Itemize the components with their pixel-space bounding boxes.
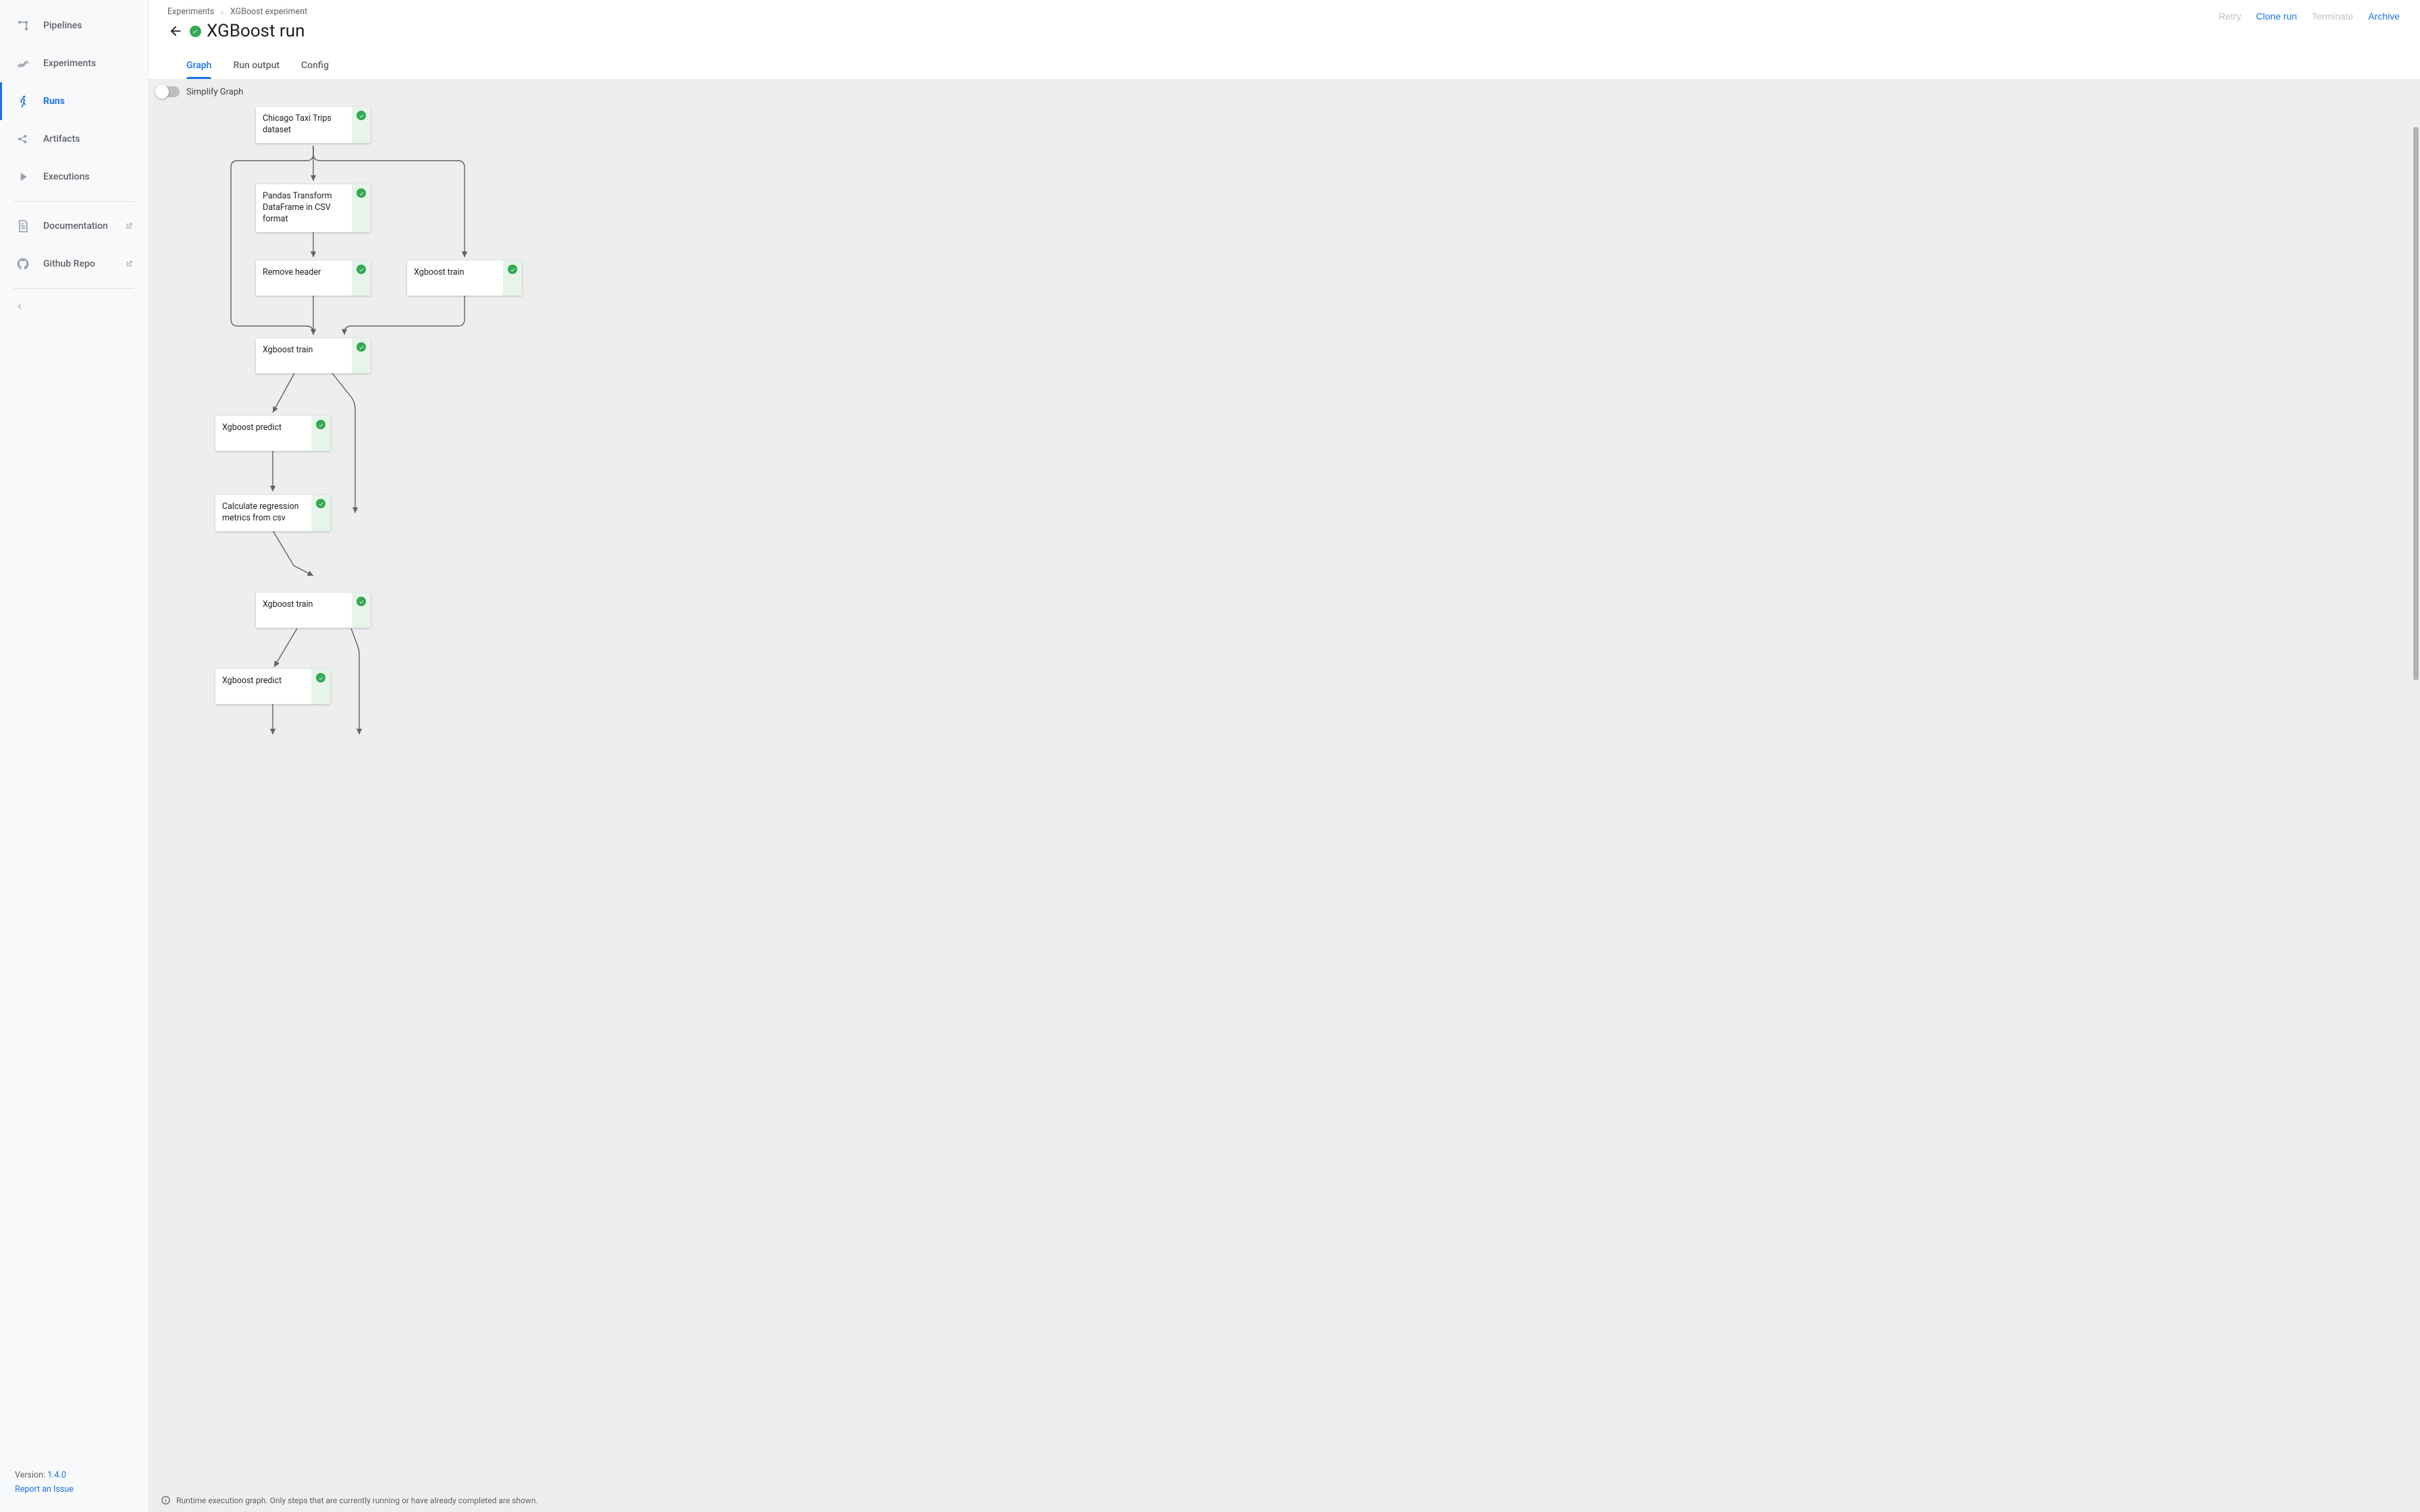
breadcrumb-experiments[interactable]: Experiments xyxy=(167,7,214,17)
sidebar-item-experiments[interactable]: Experiments xyxy=(0,45,148,82)
external-link-icon xyxy=(125,222,133,230)
main: Experiments › XGBoost experiment XGBoost… xyxy=(149,0,2420,1512)
simplify-graph-toggle[interactable] xyxy=(157,86,180,97)
check-circle-icon xyxy=(357,188,366,198)
check-circle-icon xyxy=(316,673,325,682)
graph-node[interactable]: Pandas Transform DataFrame in CSV format xyxy=(256,184,371,232)
collapse-sidebar-button[interactable] xyxy=(0,294,148,321)
pipelines-icon xyxy=(15,18,31,34)
sidebar-item-label: Pipelines xyxy=(43,20,133,31)
github-icon xyxy=(15,256,31,272)
tab-config[interactable]: Config xyxy=(301,53,329,79)
run-status-icon xyxy=(189,25,201,37)
sidebar: Pipelines Experiments Runs Artifacts Exe… xyxy=(0,0,149,1512)
documentation-icon xyxy=(15,218,31,234)
sidebar-footer: Version: 1.4.0 Report an Issue xyxy=(0,1459,148,1512)
runs-icon xyxy=(15,93,31,109)
executions-icon xyxy=(15,169,31,185)
graph-footer-text: Runtime execution graph. Only steps that… xyxy=(176,1496,538,1505)
graph-node-label: Chicago Taxi Trips dataset xyxy=(256,107,352,143)
divider xyxy=(14,288,134,289)
graph-node-label: Xgboost train xyxy=(256,593,352,628)
terminate-button[interactable]: Terminate xyxy=(2312,7,2353,26)
check-circle-icon xyxy=(357,111,366,120)
check-circle-icon xyxy=(357,342,366,352)
tab-graph[interactable]: Graph xyxy=(186,53,211,79)
graph-node[interactable]: Chicago Taxi Trips dataset xyxy=(256,107,371,143)
info-icon xyxy=(161,1495,171,1505)
sidebar-item-artifacts[interactable]: Artifacts xyxy=(0,120,148,158)
graph-node-label: Xgboost predict xyxy=(215,669,311,704)
node-status-icon xyxy=(352,107,371,143)
sidebar-item-documentation[interactable]: Documentation xyxy=(0,207,148,245)
artifacts-icon xyxy=(15,131,31,147)
graph-node[interactable]: Xgboost train xyxy=(256,593,371,628)
breadcrumb: Experiments › XGBoost experiment xyxy=(167,7,307,17)
sidebar-item-executions[interactable]: Executions xyxy=(0,158,148,196)
graph-node[interactable]: Xgboost predict xyxy=(215,416,330,451)
node-status-icon xyxy=(352,338,371,373)
sidebar-item-label: Documentation xyxy=(43,221,125,232)
graph-toolbar: Simplify Graph xyxy=(157,86,243,97)
sidebar-item-label: Github Repo xyxy=(43,259,125,269)
sidebar-item-label: Runs xyxy=(43,96,133,107)
sidebar-item-label: Executions xyxy=(43,171,133,182)
graph-node-label: Calculate regression metrics from csv xyxy=(215,495,311,531)
graph-node-label: Remove header xyxy=(256,261,352,296)
graph-node[interactable]: Remove header xyxy=(256,261,371,296)
chevron-right-icon: › xyxy=(221,7,223,17)
simplify-graph-label: Simplify Graph xyxy=(186,87,243,97)
report-issue-link[interactable]: Report an Issue xyxy=(15,1484,74,1494)
node-status-icon xyxy=(311,669,330,704)
graph-node-label: Pandas Transform DataFrame in CSV format xyxy=(256,184,352,232)
check-circle-icon xyxy=(357,265,366,274)
sidebar-item-runs[interactable]: Runs xyxy=(0,82,148,120)
sidebar-item-label: Experiments xyxy=(43,58,133,69)
graph-canvas[interactable]: Simplify Graph xyxy=(149,80,2420,1512)
graph-node[interactable]: Xgboost predict xyxy=(215,669,330,704)
node-status-icon xyxy=(311,416,330,451)
graph-node[interactable]: Xgboost train xyxy=(407,261,522,296)
version-label: Version: xyxy=(15,1470,47,1480)
clone-run-button[interactable]: Clone run xyxy=(2256,7,2297,26)
check-circle-icon xyxy=(316,499,325,508)
check-circle-icon xyxy=(190,26,201,37)
tabs: Graph Run output Config xyxy=(167,53,2400,79)
header-actions: Retry Clone run Terminate Archive xyxy=(2219,7,2400,26)
node-status-icon xyxy=(503,261,522,296)
chevron-left-icon xyxy=(15,302,24,311)
divider xyxy=(14,201,134,202)
archive-button[interactable]: Archive xyxy=(2368,7,2400,26)
graph-node-label: Xgboost train xyxy=(256,338,352,373)
check-circle-icon xyxy=(357,597,366,606)
sidebar-item-pipelines[interactable]: Pipelines xyxy=(0,7,148,45)
graph-node-label: Xgboost predict xyxy=(215,416,311,451)
arrow-left-icon xyxy=(168,24,183,38)
node-status-icon xyxy=(352,593,371,628)
graph-node[interactable]: Calculate regression metrics from csv xyxy=(215,495,330,531)
sidebar-item-github[interactable]: Github Repo xyxy=(0,245,148,283)
node-status-icon xyxy=(352,261,371,296)
sidebar-item-label: Artifacts xyxy=(43,134,133,144)
header: Experiments › XGBoost experiment XGBoost… xyxy=(149,0,2420,80)
breadcrumb-experiment-name[interactable]: XGBoost experiment xyxy=(230,7,307,17)
back-button[interactable] xyxy=(167,23,184,39)
experiments-icon xyxy=(15,55,31,72)
tab-output[interactable]: Run output xyxy=(233,53,280,79)
graph-footer-note: Runtime execution graph. Only steps that… xyxy=(161,1495,538,1505)
graph-node-label: Xgboost train xyxy=(407,261,503,296)
external-link-icon xyxy=(125,260,133,268)
node-status-icon xyxy=(311,495,330,531)
page-title: XGBoost run xyxy=(207,21,305,41)
check-circle-icon xyxy=(316,420,325,429)
retry-button[interactable]: Retry xyxy=(2219,7,2241,26)
graph-node[interactable]: Xgboost train xyxy=(256,338,371,373)
node-status-icon xyxy=(352,184,371,232)
check-circle-icon xyxy=(508,265,517,274)
version-link[interactable]: 1.4.0 xyxy=(47,1470,66,1480)
scrollbar[interactable] xyxy=(2413,127,2419,680)
